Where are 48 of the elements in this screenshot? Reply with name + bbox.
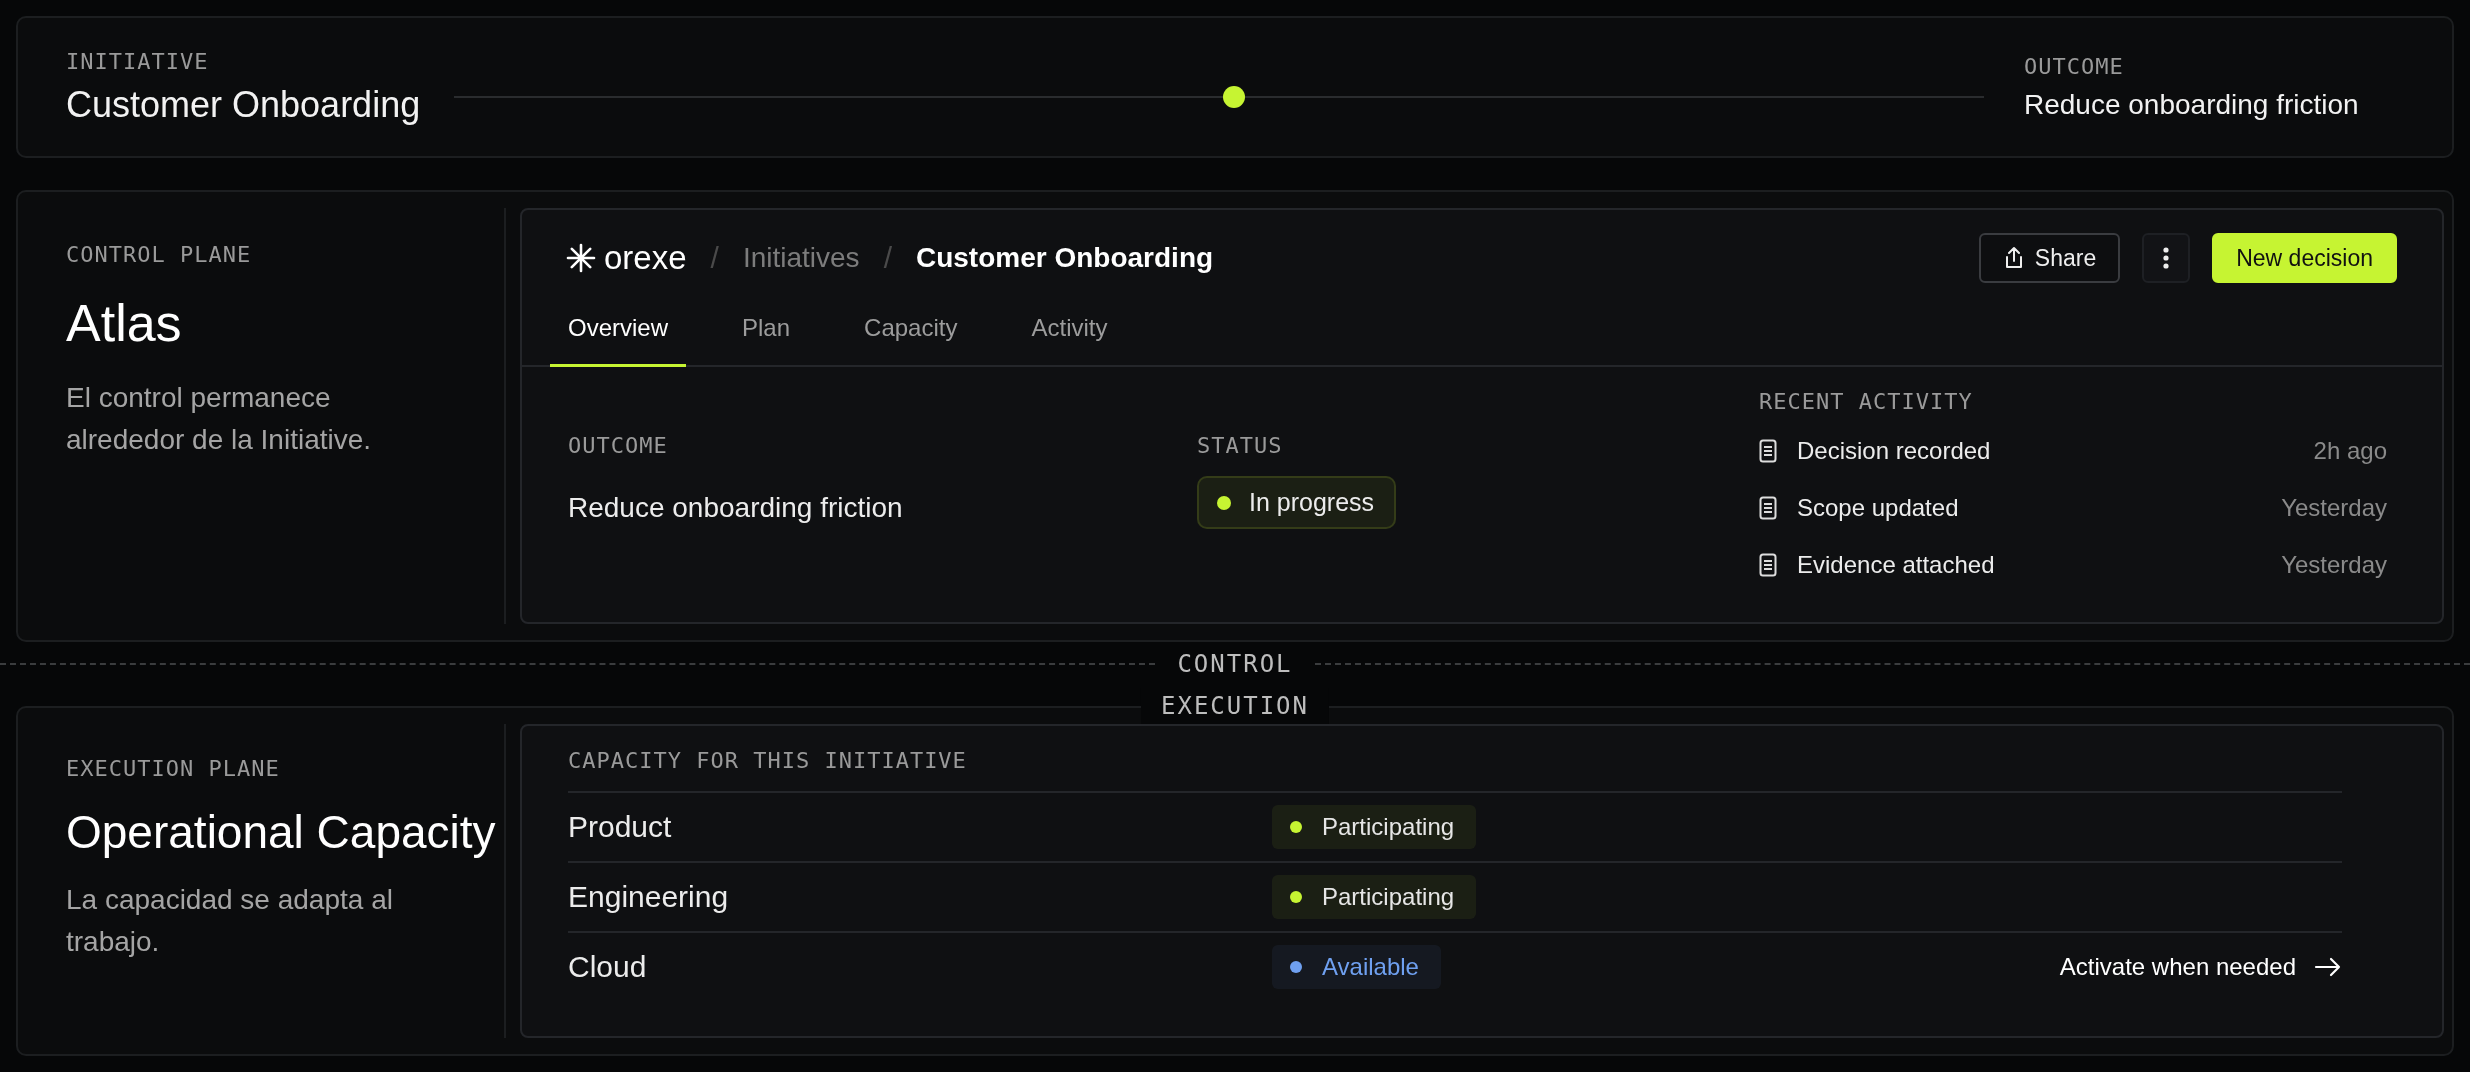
activity-text: Evidence attached xyxy=(1797,550,1996,579)
section-label: OUTCOME xyxy=(2024,53,2125,79)
activity-time: Yesterday xyxy=(2281,493,2387,522)
section-label: CONTROL PLANE xyxy=(66,242,253,267)
section-label: EXECUTION PLANE xyxy=(66,756,281,781)
section-label: OUTCOME xyxy=(568,433,669,458)
status-text: Participating xyxy=(1322,813,1455,841)
breadcrumb-link[interactable]: Customer Onboarding xyxy=(915,242,1214,274)
outcome-value: Reduce onboarding friction xyxy=(2024,88,2360,121)
section-label: CAPACITY FOR THIS INITIATIVE xyxy=(568,748,968,773)
more-button[interactable] xyxy=(2142,233,2191,283)
tab[interactable]: Activity xyxy=(1013,306,1126,367)
activity-time: 2h ago xyxy=(2313,436,2387,465)
activity-text: Scope updated xyxy=(1797,493,1960,522)
plane-title: Operational Capacity xyxy=(66,805,497,859)
capacity-name: Product xyxy=(568,810,673,844)
tab[interactable]: Overview xyxy=(550,306,687,367)
section-label: RECENT ACTIVITY xyxy=(1759,389,1974,414)
document-icon xyxy=(1759,438,1777,463)
document-icon xyxy=(1759,495,1777,520)
activate-link[interactable]: Activate when needed xyxy=(2059,953,2342,981)
status-text: Available xyxy=(1322,953,1419,981)
breadcrumb-link[interactable]: Initiatives xyxy=(742,242,860,274)
breadcrumb-separator: / xyxy=(883,241,892,275)
arrow-right-icon xyxy=(2314,957,2342,977)
asterisk-logo-icon xyxy=(566,243,596,273)
initiative-title: Customer Onboarding xyxy=(66,83,421,126)
plane-description: La capacidad se adapta al trabajo. xyxy=(66,883,394,959)
tab[interactable]: Capacity xyxy=(846,306,976,367)
status-text: In progress xyxy=(1249,488,1375,517)
capacity-name: Engineering xyxy=(568,880,730,914)
section-label: INITIATIVE xyxy=(66,48,210,74)
brand-name: orexe xyxy=(604,239,687,277)
tab[interactable]: Plan xyxy=(724,306,809,367)
kebab-menu-icon xyxy=(2163,246,2170,270)
capacity-name: Cloud xyxy=(568,950,648,984)
activity-time: Yesterday xyxy=(2281,550,2387,579)
section-label: STATUS xyxy=(1197,433,1284,458)
plane-description: El control permanece alrededor de la Initiative. xyxy=(66,381,373,457)
divider-label: CONTROL xyxy=(1176,650,1294,678)
outcome-value: Reduce onboarding friction xyxy=(568,492,904,524)
plane-title: Atlas xyxy=(66,293,183,353)
document-icon xyxy=(1759,552,1777,577)
activity-text: Decision recorded xyxy=(1797,436,1992,465)
share-button[interactable]: Share xyxy=(1978,233,2121,283)
new-decision-button[interactable]: New decision xyxy=(2212,233,2397,283)
breadcrumb-separator: / xyxy=(710,241,719,275)
status-text: Participating xyxy=(1322,883,1455,911)
